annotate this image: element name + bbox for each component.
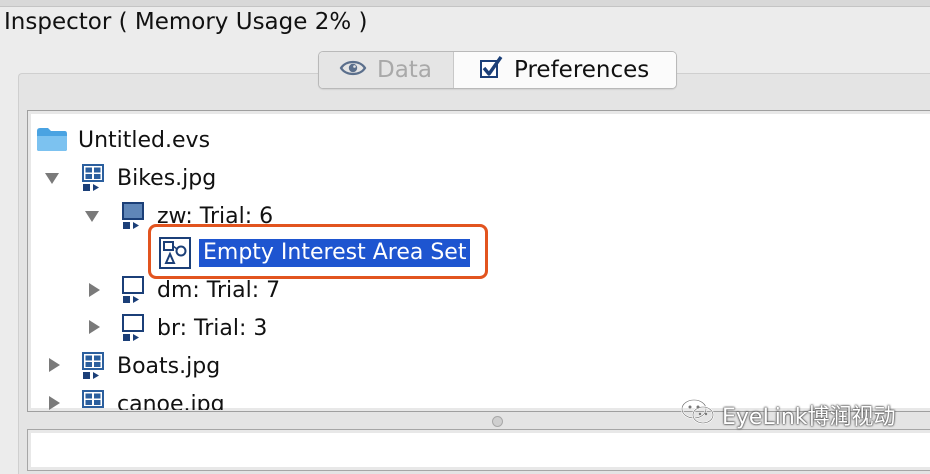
tree-item-boats[interactable]: Boats.jpg — [81, 348, 220, 384]
window-title: Inspector ( Memory Usage 2% ) — [4, 9, 368, 35]
image-node-icon — [81, 164, 107, 192]
collapsed-arrow-icon[interactable] — [86, 282, 102, 298]
expand-arrow-icon[interactable] — [44, 170, 60, 186]
watermark-text: EyeLink博润视动 — [722, 405, 896, 430]
tree-item-bikes[interactable]: Bikes.jpg — [81, 160, 216, 196]
collapsed-arrow-icon[interactable] — [86, 319, 102, 335]
tree-item-label: br: Trial: 3 — [157, 315, 268, 341]
collapsed-arrow-icon[interactable] — [46, 357, 62, 373]
tree-view[interactable]: Untitled.evs Bikes.jpg zw: Trial: 6 Empt… — [31, 114, 930, 410]
tab-preferences-label: Preferences — [514, 57, 650, 83]
collapsed-arrow-icon[interactable] — [46, 395, 62, 410]
tree-item-dm-trial[interactable]: dm: Trial: 7 — [121, 272, 280, 308]
tab-bar: Data Preferences — [318, 51, 677, 89]
tree-item-canoe[interactable]: canoe.jpg — [81, 386, 225, 410]
tree-item-label: dm: Trial: 7 — [157, 277, 281, 303]
image-node-icon — [81, 352, 107, 380]
tree-item-empty-interest-area-set[interactable]: Empty Interest Area Set — [159, 235, 471, 271]
checkbox-icon — [478, 54, 504, 86]
trial-icon — [121, 202, 147, 230]
trial-icon — [121, 276, 147, 304]
tree-item-label: zw: Trial: 6 — [157, 203, 274, 229]
tree-item-label: Boats.jpg — [117, 353, 221, 379]
tree-item-label: canoe.jpg — [117, 391, 225, 411]
splitter-handle-icon[interactable] — [492, 416, 503, 427]
eye-icon — [339, 57, 367, 83]
tab-data-label: Data — [377, 57, 432, 83]
expand-arrow-icon[interactable] — [84, 208, 100, 224]
folder-icon — [36, 126, 68, 154]
tab-preferences[interactable]: Preferences — [454, 52, 676, 88]
tree-item-br-trial[interactable]: br: Trial: 3 — [121, 310, 267, 346]
tree-item-label: Bikes.jpg — [117, 165, 217, 191]
window-top-edge — [0, 0, 930, 7]
tab-data[interactable]: Data — [319, 52, 454, 88]
watermark: EyeLink博润视动 — [680, 398, 896, 432]
trial-icon — [121, 314, 147, 342]
tree-root-untitled[interactable]: Untitled.evs — [36, 122, 210, 158]
interest-area-icon — [159, 237, 191, 269]
properties-panel — [27, 429, 930, 471]
wechat-icon — [680, 398, 716, 432]
image-node-icon — [81, 390, 107, 410]
tree-item-label-selected: Empty Interest Area Set — [199, 239, 471, 267]
tree-item-label: Untitled.evs — [78, 127, 211, 153]
tree-item-zw-trial[interactable]: zw: Trial: 6 — [121, 198, 273, 234]
